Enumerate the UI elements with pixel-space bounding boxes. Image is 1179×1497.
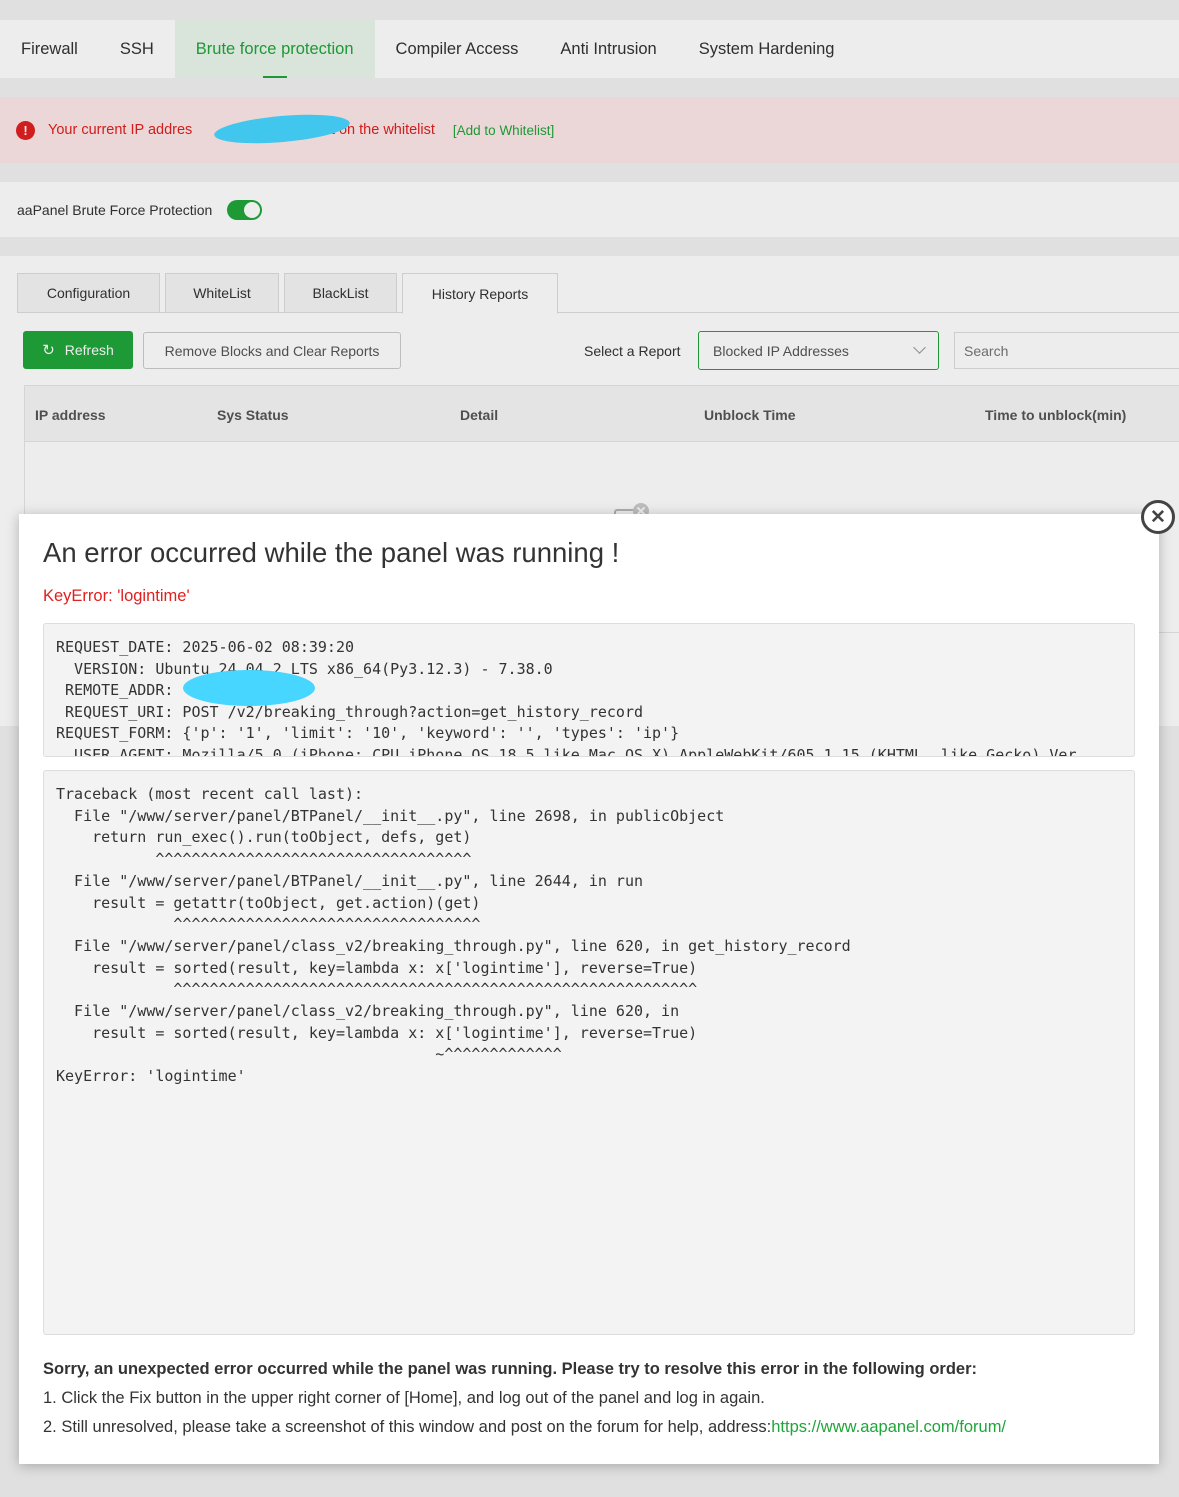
modal-title: An error occurred while the panel was ru… xyxy=(43,537,620,568)
help-step-2: 2. Still unresolved, please take a scree… xyxy=(43,1418,1006,1437)
error-modal: An error occurred while the panel was ru… xyxy=(19,514,1159,1464)
close-icon[interactable]: ✕ xyxy=(1141,500,1175,534)
remote-addr-redaction xyxy=(183,670,315,706)
traceback-box[interactable]: Traceback (most recent call last): File … xyxy=(43,770,1135,1335)
forum-link[interactable]: https://www.aapanel.com/forum/ xyxy=(771,1418,1006,1436)
traceback-text: Traceback (most recent call last): File … xyxy=(56,785,851,1086)
page: Firewall SSH Brute force protection Comp… xyxy=(0,0,1179,1497)
help-title: Sorry, an unexpected error occurred whil… xyxy=(43,1360,977,1378)
help-step-1: 1. Click the Fix button in the upper rig… xyxy=(43,1389,765,1407)
help-step-2-text: 2. Still unresolved, please take a scree… xyxy=(43,1418,772,1436)
error-message: KeyError: 'logintime' xyxy=(43,587,190,605)
